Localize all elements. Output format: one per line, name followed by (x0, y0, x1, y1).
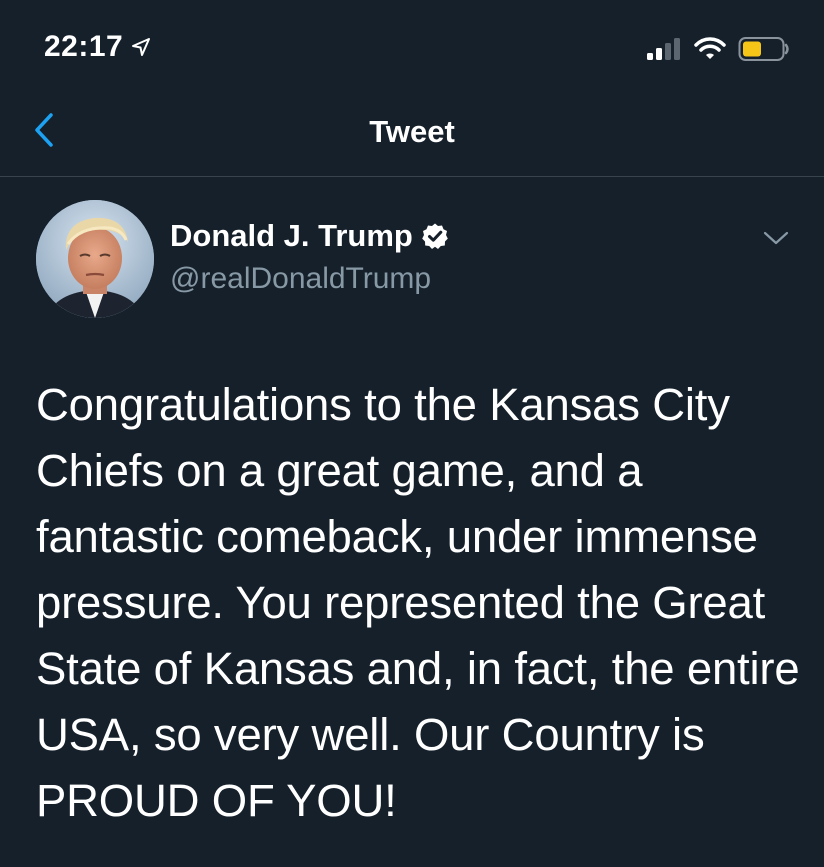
cellular-signal-icon (646, 37, 682, 61)
status-time-group: 22:17 (44, 30, 151, 64)
verified-badge-icon (421, 222, 449, 250)
wifi-icon (694, 37, 726, 61)
location-arrow-icon (131, 37, 151, 57)
tweet-detail-screen: 22:17 Tweet Donald J. Trump @realDonaldT… (0, 0, 824, 867)
battery-low-icon (738, 36, 790, 62)
avatar[interactable] (36, 200, 154, 318)
status-time: 22:17 (44, 30, 124, 63)
user-handle[interactable]: @realDonaldTrump (170, 262, 431, 296)
status-bar: 22:17 (0, 0, 824, 96)
display-name-group[interactable]: Donald J. Trump (170, 218, 449, 254)
status-icons (646, 36, 790, 62)
chevron-down-icon (763, 230, 789, 251)
navigation-bar: Tweet (0, 96, 824, 177)
tweet-author-row: Donald J. Trump @realDonaldTrump (36, 200, 796, 320)
display-name[interactable]: Donald J. Trump (170, 218, 413, 254)
tweet-options-button[interactable] (756, 224, 796, 256)
page-title: Tweet (369, 114, 455, 149)
tweet-text: Congratulations to the Kansas City Chief… (36, 379, 800, 826)
